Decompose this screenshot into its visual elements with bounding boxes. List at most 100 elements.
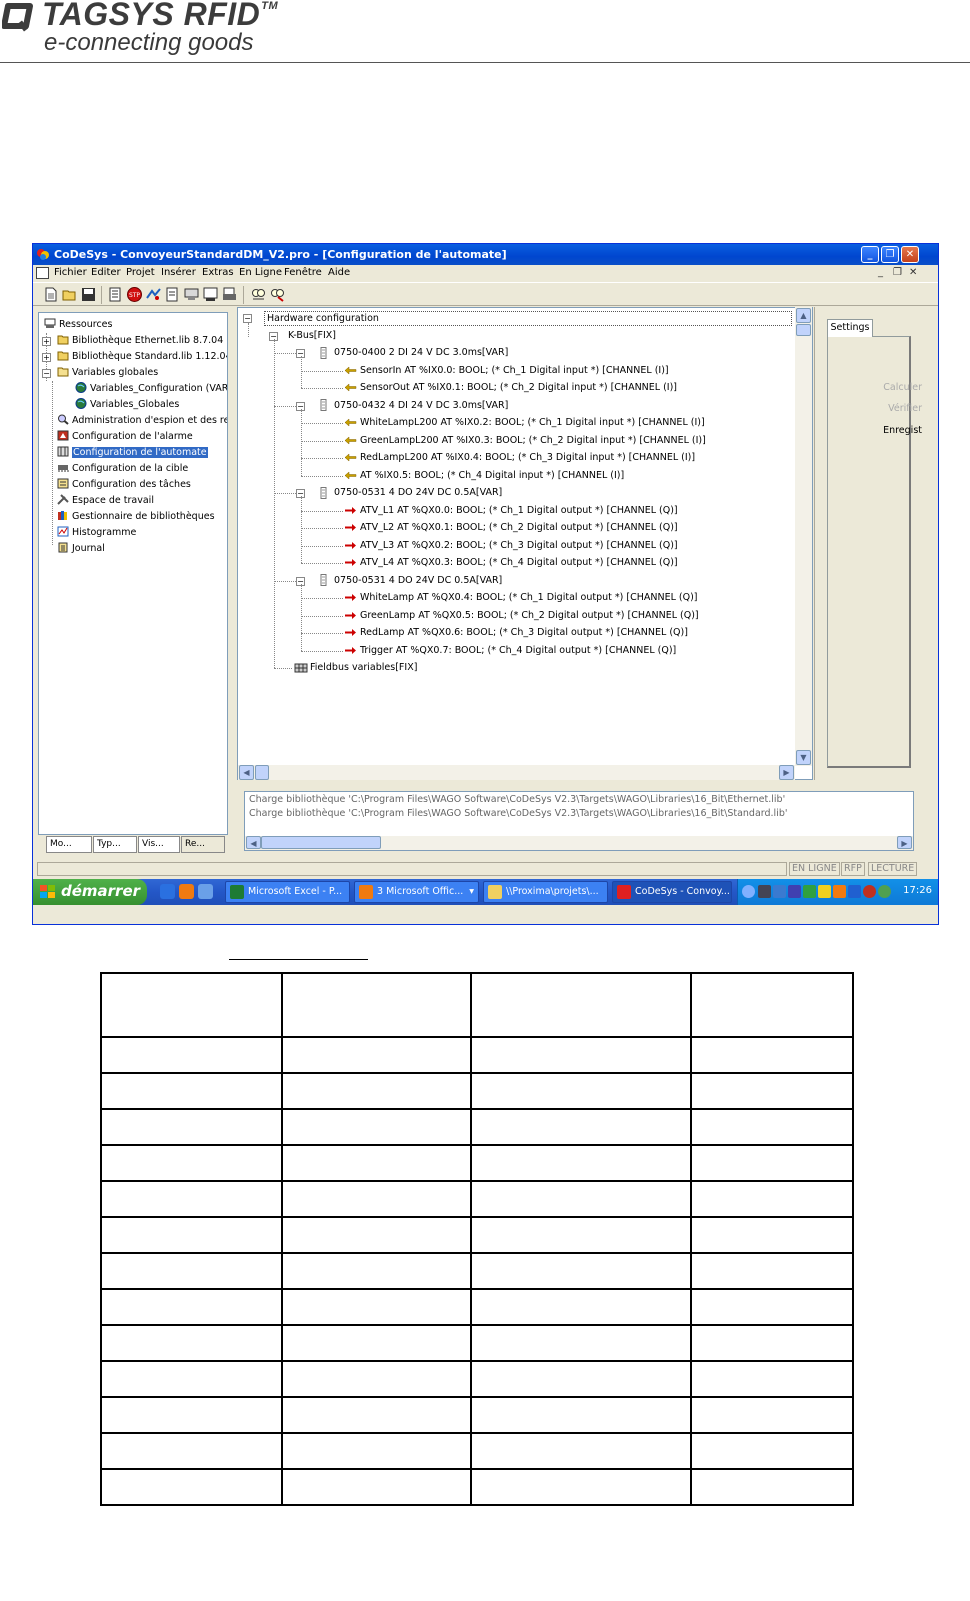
start-button[interactable]: démarrer [33, 879, 147, 905]
tree-node-module[interactable]: 0750-0432 4 DI 24 V DC 3.0ms[VAR] [320, 399, 508, 413]
build-icon[interactable] [107, 286, 124, 303]
expand-toggle[interactable]: + [42, 353, 51, 362]
tree-node-channel[interactable]: AT %IX0.5: BOOL; (* Ch_4 Digital input *… [344, 469, 624, 483]
tree-node-channel[interactable]: RedLampL200 AT %IX0.4: BOOL; (* Ch_3 Dig… [344, 451, 695, 465]
tree-node-module[interactable]: 0750-0531 4 DO 24V DC 0.5A[VAR] [320, 574, 502, 588]
scroll-left-button[interactable]: ◀ [246, 836, 261, 849]
ie-quicklaunch-icon[interactable] [160, 884, 175, 899]
tree-node-channel[interactable]: ATV_L1 AT %QX0.0: BOOL; (* Ch_1 Digital … [344, 504, 678, 518]
update-tray-icon[interactable] [878, 885, 891, 898]
step-icon[interactable] [145, 286, 162, 303]
tree-item-ressources[interactable]: Ressources [44, 318, 112, 332]
tab-modules[interactable]: Mo... [46, 836, 92, 853]
hscroll-thumb[interactable] [261, 836, 381, 849]
mdi-restore-button[interactable]: ❐ [893, 267, 902, 278]
tree-node-channel[interactable]: ATV_L3 AT %QX0.2: BOOL; (* Ch_3 Digital … [344, 539, 678, 553]
tree-node-channel[interactable]: SensorIn AT %IX0.0: BOOL; (* Ch_1 Digita… [344, 364, 669, 378]
logout-icon[interactable] [183, 286, 200, 303]
tree-node-channel[interactable]: WhiteLamp AT %QX0.4: BOOL; (* Ch_1 Digit… [344, 591, 698, 605]
tree-node-module[interactable]: 0750-0531 4 DO 24V DC 0.5A[VAR] [320, 486, 502, 500]
scroll-right-button[interactable]: ▶ [779, 765, 794, 780]
taskbar-office-group[interactable]: 3 Microsoft Offic... ▾ [354, 881, 479, 903]
tray-expand-icon[interactable] [742, 885, 755, 898]
tree-node-channel[interactable]: GreenLamp AT %QX0.5: BOOL; (* Ch_2 Digit… [344, 609, 699, 623]
save-settings-button[interactable]: Enregist [883, 425, 922, 436]
antivirus-icon[interactable] [803, 885, 816, 898]
network-icon[interactable] [758, 885, 771, 898]
tree-node-module[interactable]: 0750-0400 2 DI 24 V DC 3.0ms[VAR] [320, 346, 508, 360]
expand-toggle[interactable]: + [42, 337, 51, 346]
calculate-button[interactable]: Calculer [883, 382, 922, 393]
verify-button[interactable]: Vérifier [888, 403, 922, 414]
scroll-left-button[interactable]: ◀ [239, 765, 254, 780]
replace-icon[interactable] [269, 286, 286, 303]
alert-tray-icon[interactable] [863, 885, 876, 898]
maximize-button[interactable]: ❐ [881, 246, 899, 263]
scroll-down-button[interactable]: ▼ [796, 750, 811, 765]
tree-root-hardware-configuration[interactable]: Hardware configuration [264, 311, 792, 326]
menu-extras[interactable]: Extras [202, 267, 234, 278]
outlook-tray-icon[interactable] [833, 885, 846, 898]
tree-node-channel[interactable]: SensorOut AT %IX0.1: BOOL; (* Ch_2 Digit… [344, 381, 677, 395]
taskbar-excel[interactable]: Microsoft Excel - P... [225, 881, 350, 903]
tree-item-ethernet-lib[interactable]: Bibliothèque Ethernet.lib 8.7.04 10:1 [57, 334, 227, 348]
search-icon[interactable] [250, 286, 267, 303]
collapse-toggle[interactable]: − [42, 369, 51, 378]
document-menu-icon[interactable] [36, 267, 49, 279]
minimize-button[interactable]: _ [861, 246, 879, 263]
tab-types[interactable]: Typ... [93, 836, 137, 853]
save-icon[interactable] [80, 286, 97, 303]
tree-node-channel[interactable]: WhiteLampL200 AT %IX0.2: BOOL; (* Ch_1 D… [344, 416, 705, 430]
hscroll-thumb[interactable] [255, 765, 269, 780]
message-hscrollbar[interactable]: ◀ ▶ [245, 836, 913, 850]
tree-node-channel[interactable]: ATV_L2 AT %QX0.1: BOOL; (* Ch_2 Digital … [344, 521, 678, 535]
print-icon[interactable] [221, 286, 238, 303]
tree-item-workspace[interactable]: Espace de travail [57, 494, 154, 508]
menu-editer[interactable]: Editer [91, 267, 121, 278]
taskbar-explorer[interactable]: \\Proxima\projets\... [483, 881, 608, 903]
security-icon[interactable] [788, 885, 801, 898]
horizontal-scrollbar[interactable]: ◀ ▶ [238, 765, 795, 780]
tree-item-plc-configuration[interactable]: Configuration de l'automate [57, 446, 208, 460]
stop-icon[interactable]: STP [126, 286, 143, 303]
collapse-toggle[interactable]: − [243, 314, 252, 323]
menu-aide[interactable]: Aide [328, 267, 350, 278]
menu-projet[interactable]: Projet [126, 267, 155, 278]
mdi-close-button[interactable]: ✕ [909, 267, 917, 278]
tree-item-alarm-configuration[interactable]: Configuration de l'alarme [57, 430, 193, 444]
tree-item-standard-lib[interactable]: Bibliothèque Standard.lib 1.12.04 10 [57, 350, 227, 364]
menu-fenetre[interactable]: Fenêtre [284, 267, 322, 278]
tab-resources[interactable]: Re... [181, 836, 225, 853]
new-file-icon[interactable] [42, 286, 59, 303]
mdi-minimize-button[interactable]: _ [878, 267, 883, 278]
scroll-thumb[interactable] [796, 324, 811, 336]
tree-item-target-settings[interactable]: Configuration de la cible [57, 462, 188, 476]
monitor-tray-icon[interactable] [773, 885, 786, 898]
open-folder-icon[interactable] [61, 286, 78, 303]
tree-item-variables-configuration[interactable]: Variables_Configuration (VAR_( [75, 382, 227, 396]
tree-item-trace[interactable]: Histogramme [57, 526, 136, 540]
tree-item-log[interactable]: Journal [57, 542, 105, 556]
tree-node-kbus[interactable]: K-Bus[FIX] [288, 329, 336, 343]
title-bar[interactable]: CoDeSys - ConvoyeurStandardDM_V2.pro - [… [33, 244, 938, 265]
login-icon[interactable] [164, 286, 181, 303]
desktop-quicklaunch-icon[interactable] [198, 884, 213, 899]
close-button[interactable]: ✕ [901, 246, 919, 263]
tab-settings[interactable]: Settings [827, 319, 873, 337]
tree-node-channel[interactable]: Trigger AT %QX0.7: BOOL; (* Ch_4 Digital… [344, 644, 676, 658]
vertical-scrollbar[interactable]: ▲ ▼ [795, 307, 812, 766]
tree-node-channel[interactable]: RedLamp AT %QX0.6: BOOL; (* Ch_3 Digital… [344, 626, 688, 640]
tree-item-library-manager[interactable]: Gestionnaire de bibliothèques [57, 510, 215, 524]
scroll-right-button[interactable]: ▶ [897, 836, 912, 849]
tree-node-channel[interactable]: GreenLampL200 AT %IX0.3: BOOL; (* Ch_2 D… [344, 434, 706, 448]
folder-sync-icon[interactable] [818, 885, 831, 898]
taskbar-codesys[interactable]: CoDeSys - Convoy... [612, 881, 732, 903]
tree-item-variables-globales[interactable]: Variables globales [57, 366, 158, 380]
tree-item-variables-globales-list[interactable]: Variables_Globales [75, 398, 179, 412]
monitor-icon[interactable] [202, 286, 219, 303]
menu-fichier[interactable]: Fichier [54, 267, 87, 278]
tree-item-watch-recipe-manager[interactable]: Administration d'espion et des recet [57, 414, 227, 428]
outlook-quicklaunch-icon[interactable] [179, 884, 194, 899]
tree-node-channel[interactable]: ATV_L4 AT %QX0.3: BOOL; (* Ch_4 Digital … [344, 556, 678, 570]
speaker-icon[interactable] [848, 885, 861, 898]
